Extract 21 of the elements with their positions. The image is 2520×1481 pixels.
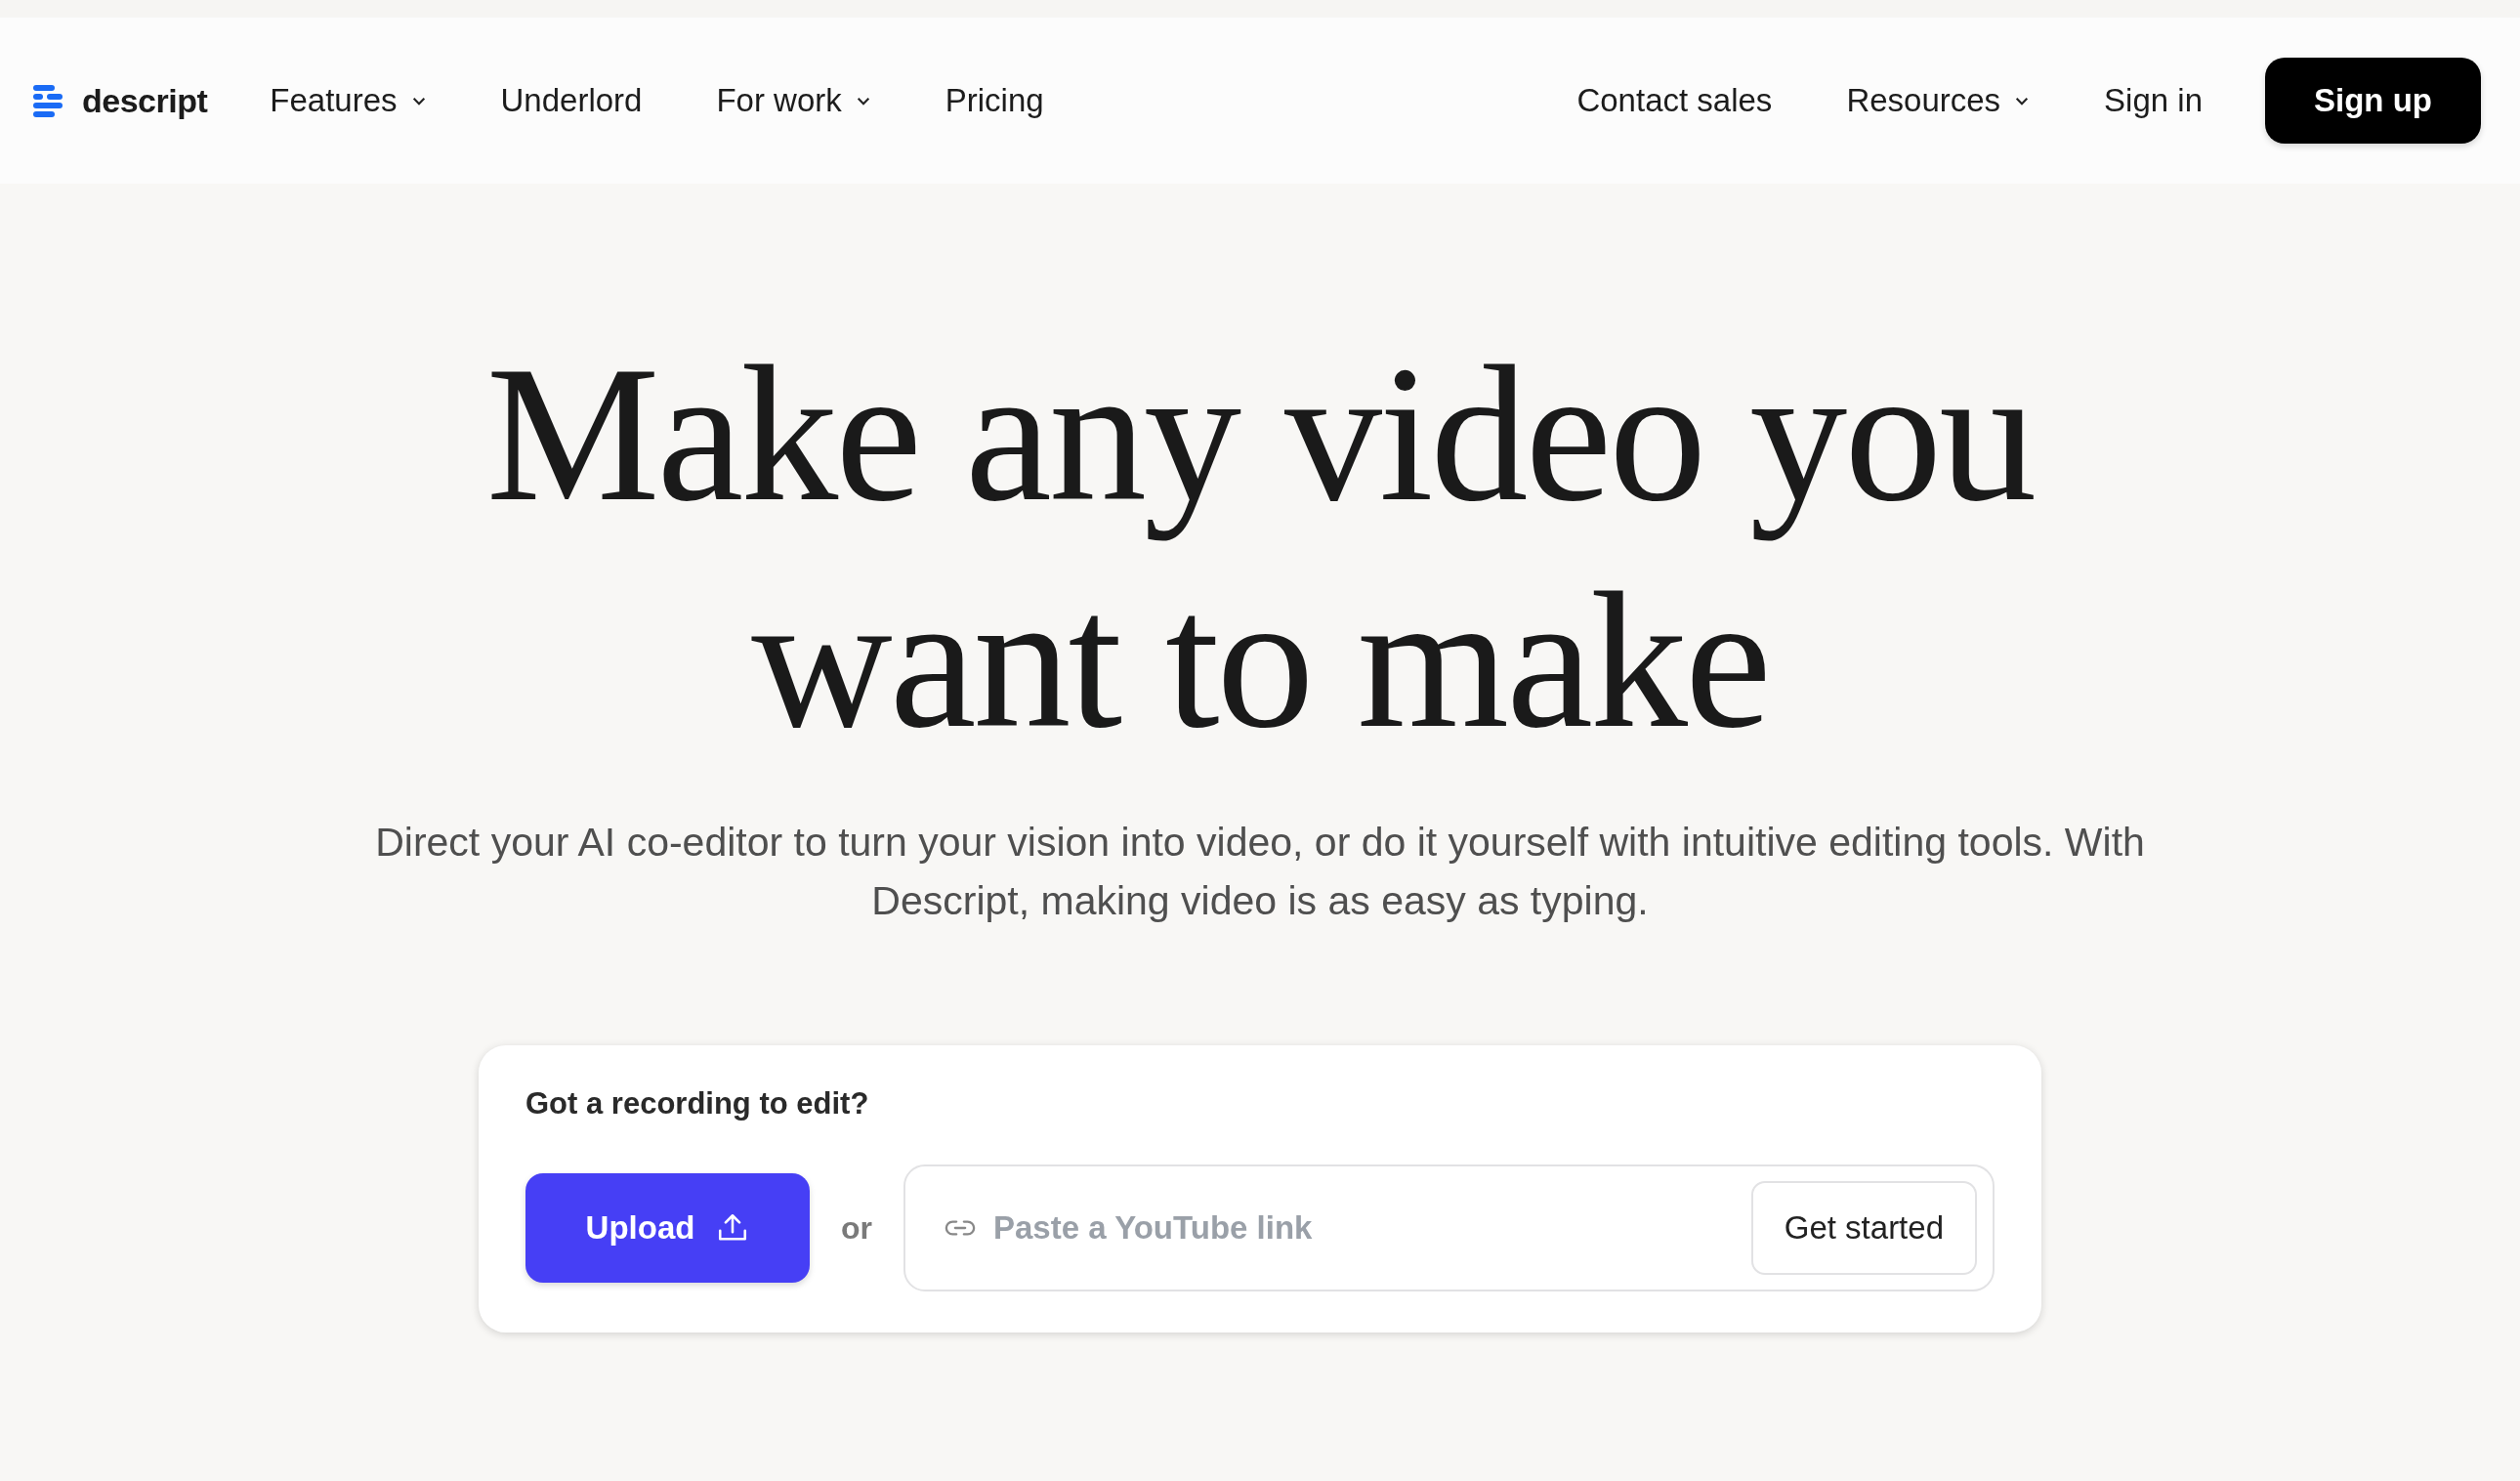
card-title: Got a recording to edit?: [525, 1086, 870, 1121]
chevron-down-icon: [855, 95, 871, 106]
nav-menu[interactable]: Features: [270, 82, 427, 119]
nav-link[interactable]: Sign in: [2104, 82, 2203, 119]
nav-link[interactable]: Underlord: [500, 82, 643, 119]
headline: want to make: [751, 551, 1769, 770]
brand-name[interactable]: descript: [82, 81, 208, 120]
headline: Make any video you: [485, 324, 2035, 543]
upload-button[interactable]: Upload: [525, 1173, 810, 1283]
sign-up-button[interactable]: Sign up: [2265, 58, 2481, 144]
separator-text: or: [841, 1209, 872, 1247]
nav-menu[interactable]: For work: [716, 82, 871, 119]
get-started-button[interactable]: Get started: [1750, 1181, 1977, 1275]
chevron-down-icon: [2014, 95, 2031, 106]
chevron-down-icon: [410, 95, 427, 106]
link-icon: [945, 1219, 976, 1237]
youtube-link-field[interactable]: Paste a YouTube link Get started: [903, 1164, 1995, 1291]
nav-link[interactable]: Contact sales: [1576, 82, 1773, 119]
nav-link[interactable]: Pricing: [945, 82, 1044, 119]
nav-menu[interactable]: Resources: [1846, 82, 2031, 119]
subtitle: Direct your AI co-editor to turn your vision into video, or do it yourself with intuitive editing tools. With Descript, making video is as easy as typing.: [374, 819, 2146, 925]
